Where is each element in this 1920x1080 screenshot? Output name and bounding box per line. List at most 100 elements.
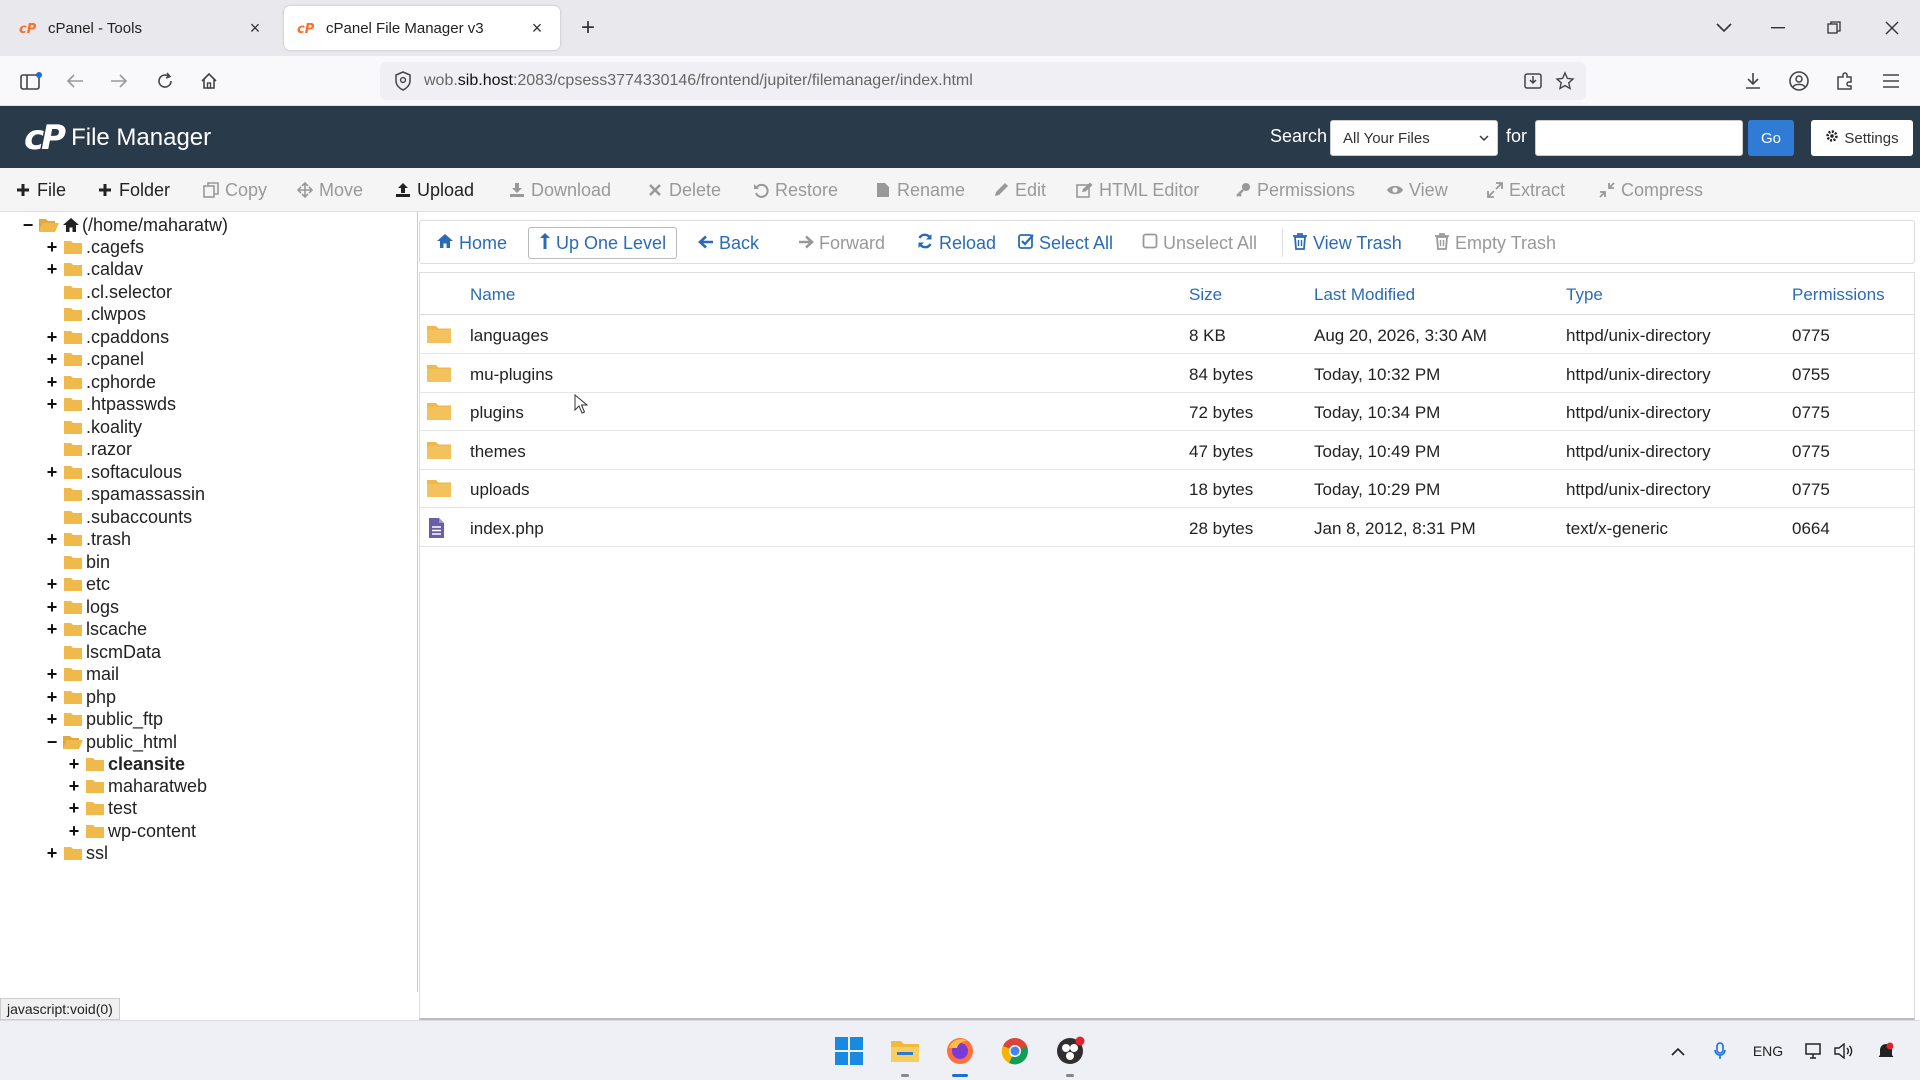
network-icon[interactable] — [1802, 1039, 1826, 1063]
move-button[interactable]: Move — [296, 178, 363, 202]
search-input[interactable] — [1535, 120, 1743, 156]
volume-icon[interactable] — [1832, 1039, 1856, 1063]
tab-list-chevron-down-icon[interactable] — [1708, 12, 1740, 44]
save-page-icon[interactable] — [1520, 68, 1546, 94]
expand-plus-icon[interactable]: + — [44, 597, 60, 618]
column-header-last-modified[interactable]: Last Modified — [1314, 285, 1415, 305]
table-header: Name Size Last Modified Type Permissions — [420, 273, 1914, 315]
close-icon[interactable]: × — [526, 17, 548, 39]
copy-button[interactable]: Copy — [202, 178, 267, 202]
expand-plus-icon[interactable]: + — [66, 776, 82, 797]
download-icon — [508, 181, 526, 199]
permissions-button[interactable]: Permissions — [1234, 178, 1355, 202]
table-row[interactable]: languages 8 KB Aug 20, 2026, 3:30 AM httpd/… — [420, 316, 1914, 354]
notification-bell-icon[interactable] — [1874, 1039, 1898, 1063]
table-row[interactable]: themes 47 bytes Today, 10:49 PM httpd/unix-… — [420, 432, 1914, 470]
tree-item[interactable]: + ssl — [44, 840, 108, 866]
table-row[interactable]: mu-plugins 84 bytes Today, 10:32 PM httpd/u… — [420, 355, 1914, 393]
address-bar[interactable]: wob. sib.host:2083/cpsess3774330146/front… — [380, 62, 1586, 100]
reload-button[interactable]: Reload — [906, 227, 1006, 259]
account-icon[interactable] — [1782, 64, 1816, 98]
chrome-icon[interactable] — [997, 1033, 1033, 1069]
expand-plus-icon[interactable]: + — [44, 709, 60, 730]
shield-icon[interactable] — [392, 70, 414, 92]
expand-plus-icon[interactable]: + — [44, 664, 60, 685]
restore-window-icon[interactable] — [1818, 12, 1850, 44]
expand-plus-icon[interactable]: + — [44, 843, 60, 864]
file-explorer-icon[interactable] — [887, 1033, 923, 1077]
chevron-up-icon[interactable] — [1666, 1039, 1690, 1063]
minimize-icon[interactable] — [1762, 12, 1794, 44]
expand-plus-icon[interactable]: + — [44, 349, 60, 370]
refresh-icon — [916, 232, 934, 255]
extensions-icon[interactable] — [1828, 64, 1862, 98]
expand-plus-icon[interactable]: + — [44, 259, 60, 280]
windows-start-icon[interactable] — [831, 1033, 867, 1069]
view-button[interactable]: View — [1386, 178, 1448, 202]
new-tab-plus-icon[interactable]: + — [574, 14, 602, 42]
expand-plus-icon[interactable]: + — [44, 237, 60, 258]
language-indicator[interactable]: ENG — [1748, 1039, 1788, 1063]
download-button[interactable]: Download — [508, 178, 611, 202]
view-trash-button[interactable]: View Trash — [1282, 227, 1412, 259]
rename-button[interactable]: Rename — [874, 178, 965, 202]
expand-plus-icon[interactable]: + — [44, 574, 60, 595]
sidebar-toggle-icon[interactable] — [14, 64, 48, 98]
close-icon[interactable]: × — [244, 17, 266, 39]
empty-trash-button[interactable]: Empty Trash — [1424, 227, 1566, 259]
extract-button[interactable]: Extract — [1486, 178, 1565, 202]
expand-plus-icon[interactable]: + — [44, 327, 60, 348]
expand-plus-icon[interactable]: + — [44, 619, 60, 640]
column-header-type[interactable]: Type — [1566, 285, 1603, 305]
delete-button[interactable]: Delete — [646, 178, 721, 202]
collapse-minus-icon[interactable]: − — [44, 732, 60, 753]
back-button[interactable]: Back — [688, 227, 769, 259]
close-window-icon[interactable] — [1876, 12, 1908, 44]
cpanel-logo[interactable]: cP File Manager — [24, 118, 211, 158]
column-header-permissions[interactable]: Permissions — [1792, 285, 1885, 305]
expand-plus-icon[interactable]: + — [44, 462, 60, 483]
downloads-icon[interactable] — [1736, 64, 1770, 98]
forward-button[interactable]: Forward — [788, 227, 895, 259]
home-icon[interactable] — [192, 64, 226, 98]
restore-button[interactable]: Restore — [752, 178, 838, 202]
firefox-icon[interactable] — [942, 1033, 978, 1077]
table-row[interactable]: index.php 28 bytes Jan 8, 2012, 8:31 PM tex… — [420, 509, 1914, 547]
expand-plus-icon[interactable]: + — [44, 372, 60, 393]
new-folder-button[interactable]: Folder — [96, 178, 170, 202]
up-one-level-button[interactable]: Up One Level — [528, 227, 678, 259]
html-editor-button[interactable]: HTML Editor — [1076, 178, 1199, 202]
edit-button[interactable]: Edit — [992, 178, 1046, 202]
compress-button[interactable]: Compress — [1598, 178, 1703, 202]
tab-file-manager[interactable]: cP cPanel File Manager v3 × — [284, 6, 560, 50]
menu-hamburger-icon[interactable] — [1874, 64, 1908, 98]
reload-icon[interactable] — [148, 64, 182, 98]
expand-plus-icon[interactable]: + — [44, 394, 60, 415]
collapse-minus-icon[interactable]: − — [20, 215, 36, 236]
expand-plus-icon[interactable]: + — [44, 529, 60, 550]
column-header-size[interactable]: Size — [1189, 285, 1222, 305]
go-button[interactable]: Go — [1748, 120, 1794, 156]
column-header-name[interactable]: Name — [470, 285, 515, 305]
back-arrow-icon[interactable] — [58, 64, 92, 98]
microphone-icon[interactable] — [1708, 1039, 1732, 1063]
settings-button[interactable]: Settings — [1811, 120, 1913, 156]
upload-button[interactable]: Upload — [394, 178, 474, 202]
home-button[interactable]: Home — [426, 227, 517, 259]
unselect-all-button[interactable]: Unselect All — [1132, 227, 1267, 259]
table-row[interactable]: uploads 18 bytes Today, 10:29 PM httpd/unix… — [420, 470, 1914, 509]
expand-plus-icon[interactable]: + — [66, 821, 82, 842]
bookmark-star-icon[interactable] — [1552, 68, 1578, 94]
expand-plus-icon[interactable]: + — [44, 687, 60, 708]
table-row[interactable]: plugins 72 bytes Today, 10:34 PM httpd/unix… — [420, 393, 1914, 432]
toolbar-label: Delete — [669, 179, 722, 200]
search-scope-select[interactable]: All Your Files — [1330, 120, 1498, 156]
new-file-button[interactable]: File — [14, 178, 66, 202]
select-all-button[interactable]: Select All — [1008, 227, 1123, 259]
tab-cpanel-tools[interactable]: cP cPanel - Tools × — [6, 6, 278, 50]
forward-arrow-icon[interactable] — [102, 64, 136, 98]
expand-plus-icon[interactable]: + — [66, 754, 82, 775]
file-icon — [874, 181, 892, 199]
expand-plus-icon[interactable]: + — [66, 798, 82, 819]
obs-studio-icon[interactable] — [1052, 1033, 1088, 1077]
